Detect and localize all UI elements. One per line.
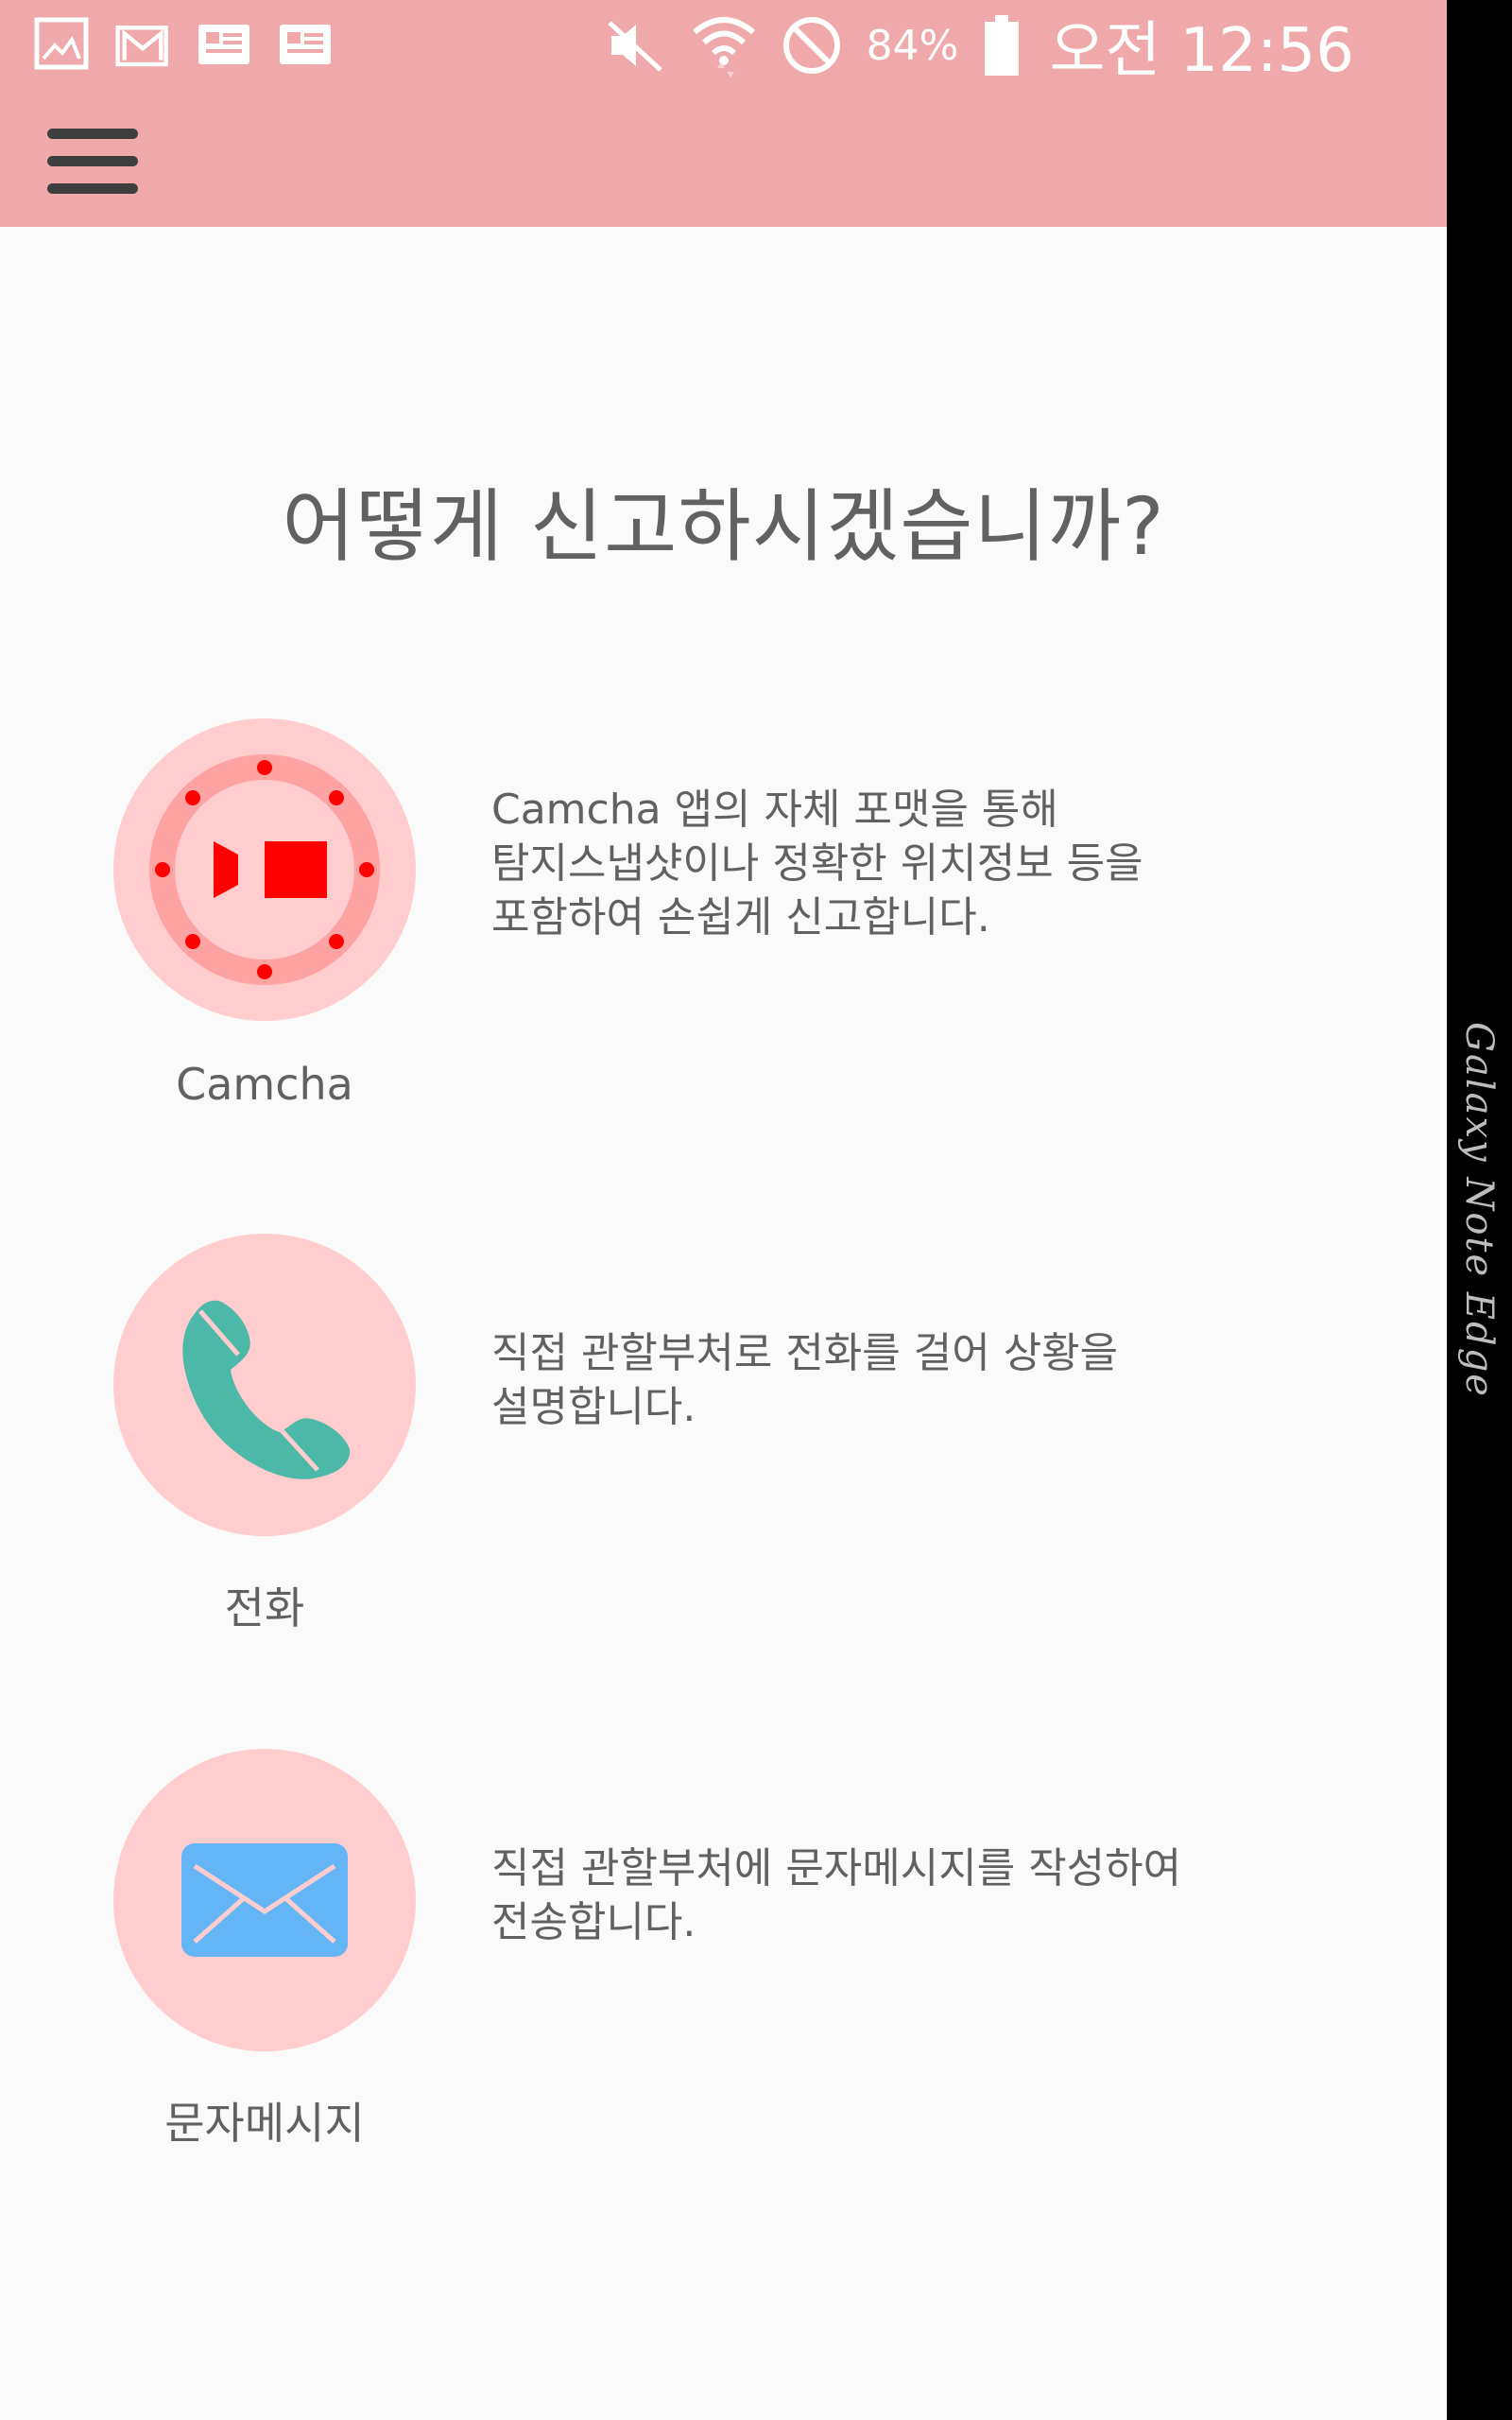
gallery-icon	[34, 17, 89, 70]
battery-percent: 84%	[866, 21, 959, 70]
call-label: 전화	[224, 1582, 305, 1634]
notification-icons	[34, 17, 333, 70]
phone-icon	[182, 1300, 351, 1479]
page-title: 어떻게 신고하시겠습니까?	[282, 480, 1165, 573]
clock: 오전 12:56	[1049, 16, 1354, 86]
camcha-video-icon	[149, 754, 380, 985]
report-option-sms[interactable]: 직접 관할부처에 문자메시지를 작성하여 전송합니다. 문자메시지	[0, 1749, 1447, 2155]
do-not-disturb-icon	[782, 17, 840, 74]
app-bar: 84% 오전 12:56	[0, 0, 1447, 227]
camcha-description: Camcha 앱의 자체 포맷을 통해 탐지스냅샷이나 정확한 위치정보 등을 …	[491, 786, 1143, 942]
mute-icon	[607, 21, 662, 72]
sms-description: 직접 관할부처에 문자메시지를 작성하여 전송합니다.	[491, 1844, 1182, 1946]
hamburger-menu-icon[interactable]	[47, 129, 138, 195]
system-status: 84% 오전 12:56	[604, 8, 1354, 86]
sms-label: 문자메시지	[164, 2098, 365, 2149]
edge-panel-label: Galaxy Note Edge	[1457, 1022, 1501, 1398]
camcha-button[interactable]	[113, 718, 416, 1021]
menu-bar	[47, 129, 138, 139]
wifi-icon	[692, 17, 755, 78]
call-description: 직접 관할부처로 전화를 걸어 상황을 설명합니다.	[491, 1329, 1119, 1431]
sms-button[interactable]	[113, 1749, 416, 2051]
news-icon	[280, 25, 331, 64]
gmail-icon	[115, 26, 168, 67]
menu-bar	[47, 183, 138, 194]
menu-bar	[47, 156, 138, 166]
call-button[interactable]	[113, 1234, 416, 1536]
report-option-call[interactable]: 직접 관할부처로 전화를 걸어 상황을 설명합니다. 전화	[0, 1234, 1447, 1640]
envelope-icon	[181, 1843, 348, 1957]
news-icon	[198, 25, 249, 64]
report-option-camcha[interactable]: Camcha 앱의 자체 포맷을 통해 탐지스냅샷이나 정확한 위치정보 등을 …	[0, 718, 1447, 1125]
battery-icon	[985, 15, 1020, 76]
camcha-label: Camcha	[176, 1059, 353, 1110]
